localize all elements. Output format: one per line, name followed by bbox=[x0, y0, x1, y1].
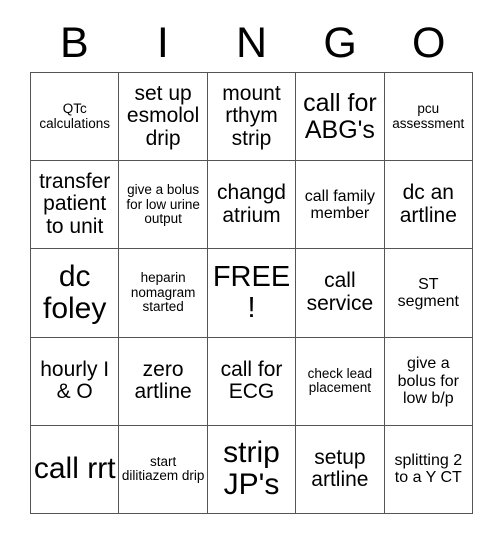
bingo-cell-r5c1[interactable]: call rrt bbox=[31, 425, 120, 514]
bingo-cell-label: dc an artline bbox=[399, 181, 457, 227]
bingo-cell-r4c4[interactable]: check lead placement bbox=[296, 337, 385, 426]
bingo-cell-label: call family member bbox=[304, 187, 375, 222]
bingo-cell-r3c5[interactable]: ST segment bbox=[384, 249, 473, 338]
bingo-cell-label: pcu assessment bbox=[392, 101, 465, 131]
bingo-cell-r1c5[interactable]: pcu assessment bbox=[384, 73, 473, 162]
bingo-card: B I N G O QTc calculations set up esmolo… bbox=[0, 0, 500, 544]
bingo-cell-label: QTc calculations bbox=[39, 101, 110, 131]
header-letter-i: I bbox=[156, 18, 169, 67]
bingo-cell-r1c4[interactable]: call for ABG's bbox=[296, 73, 385, 162]
bingo-cell-label: set up esmolol drip bbox=[126, 81, 200, 150]
bingo-cell-label: hourly I & O bbox=[40, 357, 110, 404]
bingo-cell-r2c4[interactable]: call family member bbox=[296, 161, 385, 250]
bingo-header-row: B I N G O bbox=[30, 14, 473, 72]
bingo-cell-r3c1[interactable]: dc foley bbox=[31, 249, 120, 338]
bingo-cell-r3c4[interactable]: call service bbox=[296, 249, 385, 338]
bingo-cell-r5c2[interactable]: start dilitiazem drip bbox=[119, 425, 208, 514]
bingo-cell-free-space[interactable]: FREE! bbox=[207, 249, 297, 338]
bingo-cell-label: setup artline bbox=[311, 445, 369, 492]
bingo-cell-label: zero artline bbox=[134, 357, 192, 404]
header-letter-n: N bbox=[235, 18, 268, 67]
bingo-cell-label: changd atrium bbox=[217, 181, 286, 227]
bingo-cell-r4c3[interactable]: call for ECG bbox=[207, 337, 297, 426]
bingo-cell-r2c1[interactable]: transfer patient to unit bbox=[31, 161, 120, 250]
bingo-cell-label: dc foley bbox=[43, 259, 107, 325]
header-letter-b: B bbox=[59, 18, 89, 67]
bingo-cell-label: start dilitiazem drip bbox=[121, 453, 205, 484]
bingo-cell-label: call for ECG bbox=[220, 357, 283, 404]
bingo-cell-label: give a bolus for low urine output bbox=[126, 181, 200, 227]
bingo-cell-r5c4[interactable]: setup artline bbox=[296, 425, 385, 514]
bingo-cell-r2c3[interactable]: changd atrium bbox=[207, 161, 297, 250]
bingo-cell-label: strip JP's bbox=[223, 436, 280, 502]
bingo-cell-r5c3[interactable]: strip JP's bbox=[207, 425, 297, 514]
bingo-cell-label: heparin nomagram started bbox=[130, 270, 196, 315]
bingo-cell-r1c1[interactable]: QTc calculations bbox=[31, 73, 120, 162]
bingo-cell-label: call for ABG's bbox=[303, 88, 377, 144]
bingo-cell-r3c2[interactable]: heparin nomagram started bbox=[119, 249, 208, 338]
header-letter-g: G bbox=[323, 18, 357, 67]
bingo-cell-label: mount rthym strip bbox=[222, 81, 281, 150]
bingo-cell-r1c3[interactable]: mount rthym strip bbox=[207, 73, 297, 162]
bingo-cell-label: call service bbox=[306, 269, 374, 315]
bingo-cell-label: check lead placement bbox=[307, 365, 373, 396]
bingo-cell-r2c5[interactable]: dc an artline bbox=[384, 161, 473, 250]
bingo-cell-label: splitting 2 to a Y CT bbox=[394, 452, 463, 487]
bingo-cell-label: give a bolus for low b/p bbox=[397, 355, 459, 407]
bingo-cell-label: transfer patient to unit bbox=[39, 169, 111, 239]
bingo-cell-label: call rrt bbox=[33, 452, 116, 486]
bingo-cell-r2c2[interactable]: give a bolus for low urine output bbox=[119, 161, 208, 250]
bingo-cell-r4c5[interactable]: give a bolus for low b/p bbox=[384, 337, 473, 426]
header-letter-o: O bbox=[411, 18, 446, 67]
bingo-cell-r1c2[interactable]: set up esmolol drip bbox=[119, 73, 208, 162]
bingo-cell-label: ST segment bbox=[397, 275, 459, 310]
bingo-cell-r4c2[interactable]: zero artline bbox=[119, 337, 208, 426]
bingo-grid: QTc calculations set up esmolol drip mou… bbox=[30, 72, 473, 514]
bingo-free-space-label: FREE! bbox=[212, 260, 291, 324]
bingo-cell-r4c1[interactable]: hourly I & O bbox=[31, 337, 120, 426]
bingo-cell-r5c5[interactable]: splitting 2 to a Y CT bbox=[384, 425, 473, 514]
